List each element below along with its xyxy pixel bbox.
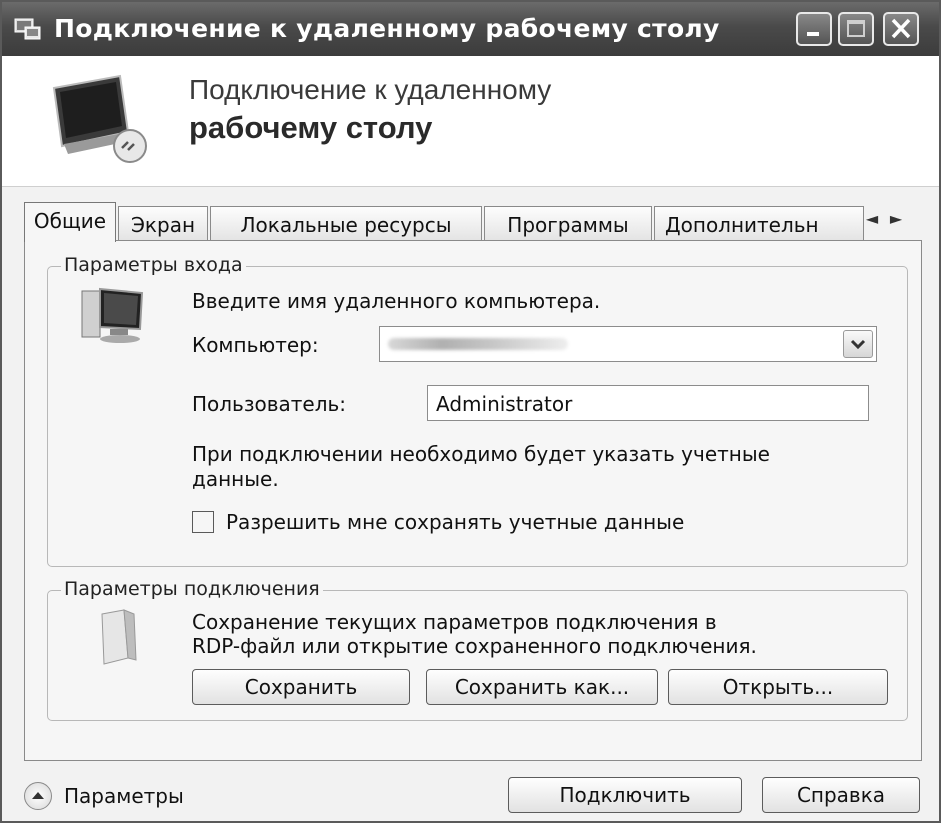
close-button[interactable] — [883, 12, 919, 46]
computer-dropdown-button[interactable] — [843, 330, 873, 358]
computer-label: Компьютер: — [192, 333, 319, 357]
user-input[interactable]: Administrator — [427, 385, 869, 421]
connection-desc-line2: RDP-файл или открытие сохраненного подкл… — [192, 634, 757, 658]
rdp-window: Подключение к удаленному рабочему столу … — [0, 0, 941, 823]
tab-advanced[interactable]: Дополнительн — [654, 206, 864, 240]
open-button[interactable]: Открыть... — [668, 669, 888, 705]
help-button[interactable]: Справка — [762, 777, 920, 813]
computer-value-redacted — [388, 338, 568, 350]
header-banner: Подключение к удаленному рабочему столу — [2, 56, 939, 187]
tab-display[interactable]: Экран — [118, 206, 208, 240]
minimize-icon — [807, 32, 819, 36]
title-bar[interactable]: Подключение к удаленному рабочему столу — [2, 2, 939, 56]
options-toggle-button[interactable] — [24, 782, 52, 810]
chevron-up-icon — [32, 792, 44, 799]
save-credentials-label[interactable]: Разрешить мне сохранять учетные данные — [226, 510, 684, 534]
header-title-line2: рабочему столу — [189, 110, 433, 145]
chevron-down-icon — [850, 339, 866, 350]
tab-local-resources[interactable]: Локальные ресурсы — [210, 206, 482, 240]
login-instruction: Введите имя удаленного компьютера. — [192, 289, 601, 313]
tab-programs[interactable]: Программы — [484, 206, 652, 240]
login-settings-title: Параметры входа — [61, 254, 246, 276]
connection-settings-title: Параметры подключения — [61, 578, 323, 600]
folder-icon — [101, 609, 137, 665]
maximize-icon — [847, 20, 865, 37]
monitor-connection-icon — [52, 74, 147, 163]
computer-combobox[interactable] — [379, 326, 877, 362]
connect-button[interactable]: Подключить — [508, 777, 742, 813]
close-icon — [891, 18, 911, 39]
credentials-note-line1: При подключении необходимо будет указать… — [192, 442, 770, 466]
remote-desktop-icon — [14, 18, 41, 40]
connection-desc-line1: Сохранение текущих параметров подключени… — [192, 610, 717, 634]
credentials-note-line2: данные. — [192, 467, 279, 491]
tab-scroll-right-button[interactable]: ► — [884, 208, 908, 230]
maximize-button[interactable] — [838, 12, 874, 46]
header-title-line1: Подключение к удаленному — [189, 74, 552, 105]
save-button[interactable]: Сохранить — [192, 669, 410, 705]
save-credentials-checkbox[interactable] — [192, 511, 214, 533]
tab-scroll-buttons: ◄ ► — [860, 208, 922, 236]
tab-general[interactable]: Общие — [24, 202, 116, 242]
user-label: Пользователь: — [192, 392, 347, 416]
computer-icon — [81, 287, 144, 343]
minimize-button[interactable] — [796, 12, 832, 46]
options-label[interactable]: Параметры — [64, 784, 184, 808]
window-title: Подключение к удаленному рабочему столу — [54, 14, 720, 43]
tab-scroll-left-button[interactable]: ◄ — [860, 208, 884, 230]
save-as-button[interactable]: Сохранить как... — [426, 669, 658, 705]
